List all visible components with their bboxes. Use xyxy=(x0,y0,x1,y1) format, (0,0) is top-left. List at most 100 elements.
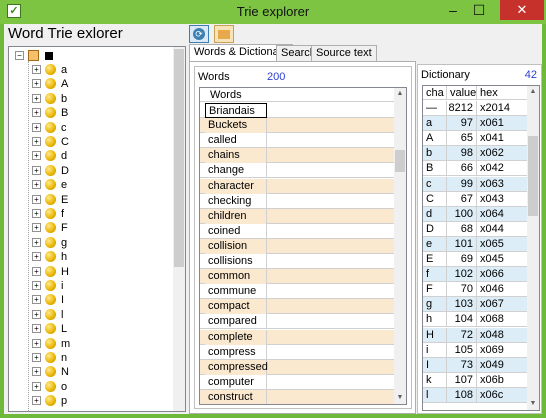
expand-icon[interactable]: + xyxy=(32,266,41,276)
word-cell[interactable]: compact xyxy=(205,299,267,315)
word-cell[interactable]: character xyxy=(205,178,267,194)
hex-cell[interactable]: x044 xyxy=(477,221,529,237)
table-row[interactable]: c 99 x063 xyxy=(423,176,529,192)
tree-scroll-thumb[interactable] xyxy=(174,49,184,267)
tree-item[interactable]: + p xyxy=(9,394,174,408)
tab-source-text[interactable]: Source text xyxy=(311,45,377,62)
trie-tree[interactable]: − + a + A + b + B + c + C + d + D + e + E + f + F + g + h + H + i + I + l + L… xyxy=(8,46,186,412)
table-row[interactable]: e 101 x065 xyxy=(423,236,529,252)
tree-item[interactable]: + l xyxy=(9,308,174,322)
word-edit-cell[interactable]: Briandais xyxy=(205,103,267,118)
char-cell[interactable]: E xyxy=(423,252,447,267)
expand-icon[interactable]: + xyxy=(32,324,41,334)
value-cell[interactable]: 72 xyxy=(447,327,477,343)
value-cell[interactable]: 70 xyxy=(447,282,477,298)
tree-root[interactable]: − xyxy=(9,49,174,63)
value-cell[interactable]: 102 xyxy=(447,267,477,283)
table-row[interactable]: D 68 x044 xyxy=(423,221,529,237)
char-cell[interactable]: h xyxy=(423,312,447,328)
table-row[interactable]: checking xyxy=(200,193,395,209)
table-row[interactable]: b 98 x062 xyxy=(423,146,529,162)
value-cell[interactable]: 65 xyxy=(447,131,477,147)
column-header-hex[interactable]: hex xyxy=(477,86,529,100)
word-cell[interactable]: compressed xyxy=(205,359,268,375)
tree-item[interactable]: + n xyxy=(9,351,174,365)
word-cell[interactable]: compared xyxy=(205,314,267,330)
scroll-up-icon[interactable]: ▲ xyxy=(394,88,406,100)
word-cell[interactable]: complete xyxy=(205,329,267,345)
word-cell[interactable]: checking xyxy=(205,193,267,209)
table-row[interactable]: collisions xyxy=(200,254,395,269)
minimize-button[interactable]: – xyxy=(440,0,466,20)
table-row[interactable]: computer xyxy=(200,374,395,390)
expand-icon[interactable]: + xyxy=(32,108,41,118)
tree-item[interactable]: + H xyxy=(9,265,174,279)
char-cell[interactable]: a xyxy=(423,116,447,132)
table-row[interactable]: compress xyxy=(200,344,395,360)
char-cell[interactable]: b xyxy=(423,146,447,162)
value-cell[interactable]: 105 xyxy=(447,342,477,358)
tree-item[interactable]: + f xyxy=(9,207,174,221)
refresh-button[interactable]: ⟳ xyxy=(189,25,209,43)
value-cell[interactable]: 69 xyxy=(447,252,477,267)
table-row[interactable]: k 107 x06b xyxy=(423,372,529,388)
open-folder-button[interactable] xyxy=(214,25,234,43)
expand-icon[interactable]: + xyxy=(32,93,41,103)
value-cell[interactable]: 100 xyxy=(447,206,477,222)
char-cell[interactable]: l xyxy=(423,387,447,403)
hex-cell[interactable]: x064 xyxy=(477,206,529,222)
value-cell[interactable]: 104 xyxy=(447,312,477,328)
tree-item[interactable]: + N xyxy=(9,365,174,379)
word-cell[interactable]: coined xyxy=(205,223,267,239)
char-cell[interactable]: f xyxy=(423,267,447,283)
value-cell[interactable]: 103 xyxy=(447,297,477,313)
char-cell[interactable]: — xyxy=(423,101,447,116)
maximize-button[interactable]: ☐ xyxy=(466,0,492,20)
expand-icon[interactable]: + xyxy=(32,353,41,362)
tree-item[interactable]: + L xyxy=(9,322,174,336)
hex-cell[interactable]: x069 xyxy=(477,342,529,358)
table-row[interactable]: g 103 x067 xyxy=(423,297,529,313)
tree-item[interactable]: + g xyxy=(9,236,174,250)
expand-icon[interactable]: + xyxy=(32,209,41,218)
dictionary-scroll-thumb[interactable] xyxy=(528,136,538,216)
expand-icon[interactable]: + xyxy=(32,338,41,348)
value-cell[interactable]: 107 xyxy=(447,372,477,388)
table-row[interactable]: B 66 x042 xyxy=(423,161,529,177)
tree-item[interactable]: + D xyxy=(9,164,174,178)
dictionary-grid[interactable]: cha value hex —8212 x2014 a 97 x061 A 65 x041 b 9… xyxy=(422,85,540,411)
hex-cell[interactable]: x048 xyxy=(477,327,529,343)
hex-cell[interactable]: x061 xyxy=(477,116,529,132)
table-row[interactable]: common xyxy=(200,269,395,285)
expand-icon[interactable]: + xyxy=(32,122,41,132)
column-header-char[interactable]: cha xyxy=(423,86,447,100)
char-cell[interactable]: e xyxy=(423,236,447,252)
char-cell[interactable]: d xyxy=(423,206,447,222)
word-cell[interactable]: Buckets xyxy=(205,118,267,134)
value-cell[interactable]: 73 xyxy=(447,357,477,373)
word-cell[interactable]: collisions xyxy=(205,254,267,269)
tree-item[interactable]: + F xyxy=(9,221,174,235)
word-cell[interactable]: change xyxy=(205,163,267,179)
tree-item[interactable]: + b xyxy=(9,92,174,106)
table-row[interactable]: E 69 x045 xyxy=(423,252,529,267)
tree-item[interactable]: + B xyxy=(9,106,174,120)
tree-item[interactable]: + C xyxy=(9,135,174,149)
table-row[interactable]: complete xyxy=(200,329,395,345)
hex-cell[interactable]: x067 xyxy=(477,297,529,313)
table-row[interactable]: character xyxy=(200,178,395,194)
value-cell[interactable]: 98 xyxy=(447,146,477,162)
expand-icon[interactable]: + xyxy=(32,281,41,290)
char-cell[interactable]: A xyxy=(423,131,447,147)
table-row[interactable]: H 72 x048 xyxy=(423,327,529,343)
word-cell[interactable]: compress xyxy=(205,344,267,360)
hex-cell[interactable]: x045 xyxy=(477,252,529,267)
title-bar[interactable]: ✓ Trie explorer – ☐ ✕ xyxy=(0,0,546,24)
expand-icon[interactable]: + xyxy=(32,79,41,89)
word-cell[interactable]: construct xyxy=(205,389,267,404)
value-cell[interactable]: 97 xyxy=(447,116,477,132)
expand-icon[interactable]: + xyxy=(32,237,41,247)
expand-icon[interactable]: + xyxy=(32,367,41,377)
word-cell[interactable]: computer xyxy=(205,374,267,390)
expand-icon[interactable]: + xyxy=(32,194,41,204)
